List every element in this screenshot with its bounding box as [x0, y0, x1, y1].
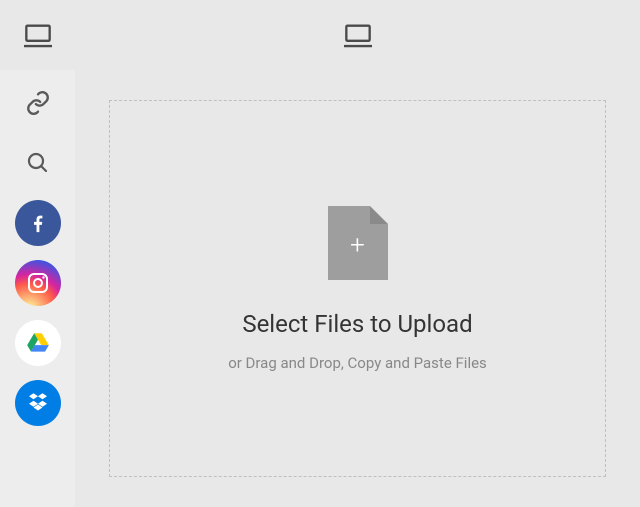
main-area: + Select Files to Upload or Drag and Dro…: [75, 70, 640, 507]
header-center-device[interactable]: [75, 21, 640, 49]
sidebar-item-search[interactable]: [15, 140, 61, 186]
header-left-device[interactable]: [0, 21, 75, 49]
googledrive-icon: [25, 330, 51, 356]
file-plus-icon: +: [328, 206, 388, 280]
facebook-icon: [27, 212, 49, 234]
desktop-icon: [24, 21, 52, 49]
body: + Select Files to Upload or Drag and Dro…: [0, 70, 640, 507]
plus-icon: +: [350, 232, 365, 258]
sidebar-item-dropbox[interactable]: [15, 380, 61, 426]
sidebar-item-facebook[interactable]: [15, 200, 61, 246]
dropzone-title: Select Files to Upload: [242, 310, 472, 338]
header-bar: [0, 0, 640, 70]
sidebar-item-instagram[interactable]: [15, 260, 61, 306]
instagram-icon: [26, 271, 50, 295]
file-picker-root: + Select Files to Upload or Drag and Dro…: [0, 0, 640, 507]
link-icon: [25, 90, 51, 116]
upload-dropzone[interactable]: + Select Files to Upload or Drag and Dro…: [109, 100, 606, 477]
search-icon: [26, 151, 50, 175]
dropzone-subtitle: or Drag and Drop, Copy and Paste Files: [228, 354, 487, 372]
source-sidebar: [0, 70, 75, 507]
desktop-icon: [344, 21, 372, 49]
dropbox-icon: [26, 391, 50, 415]
sidebar-item-googledrive[interactable]: [15, 320, 61, 366]
sidebar-item-link[interactable]: [15, 80, 61, 126]
